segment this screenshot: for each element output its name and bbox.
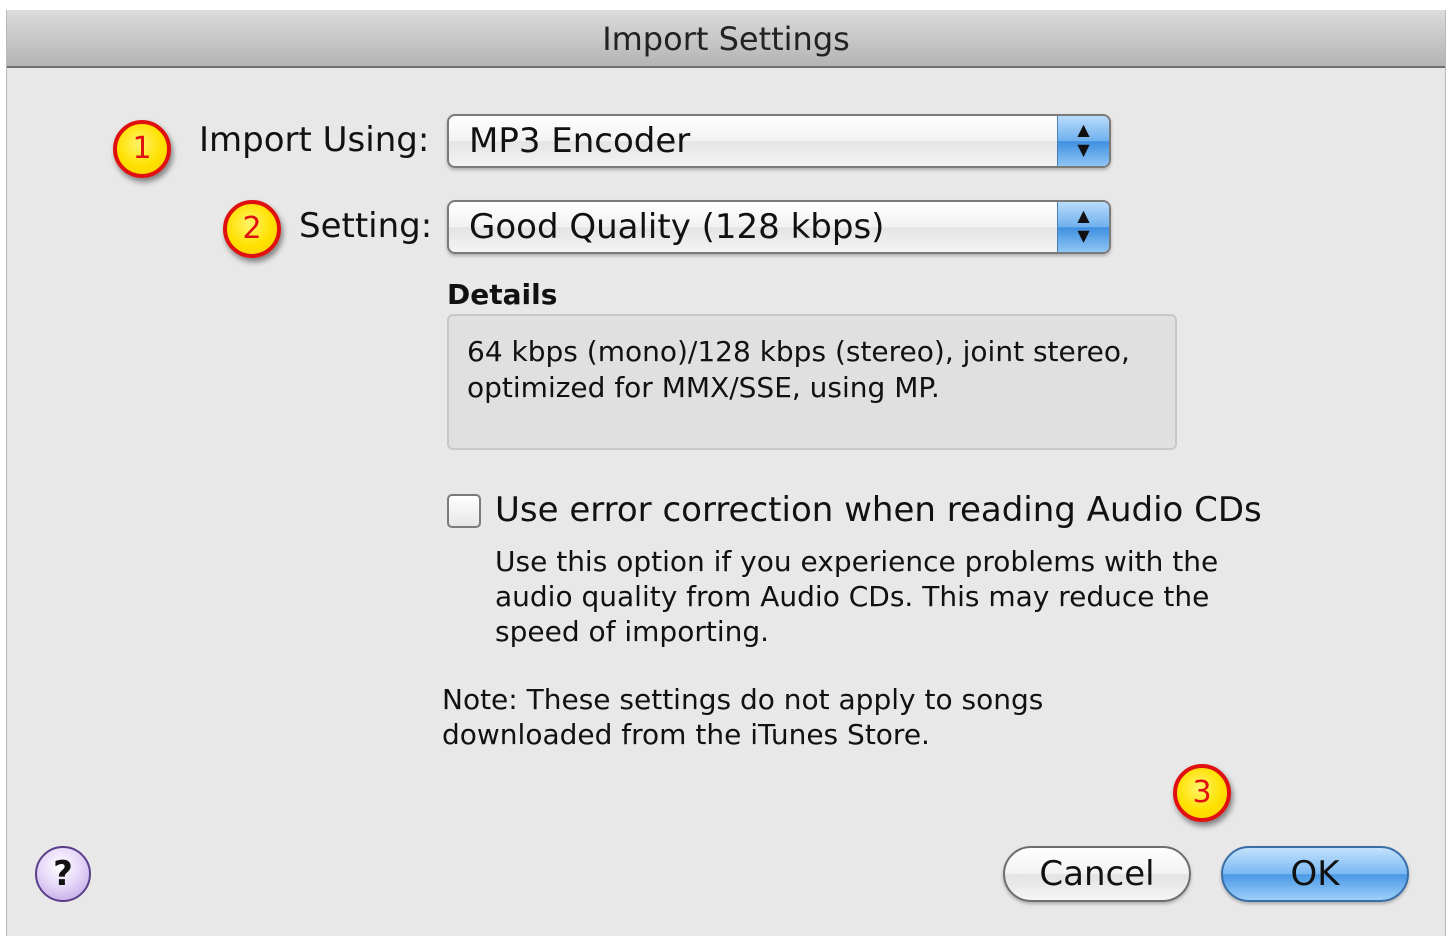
help-button[interactable]: ? — [35, 846, 91, 902]
window-title: Import Settings — [7, 10, 1445, 68]
setting-value: Good Quality (128 kbps) — [469, 207, 885, 247]
import-using-label: Import Using: — [199, 120, 430, 160]
import-using-value: MP3 Encoder — [469, 121, 691, 161]
annotation-marker-1: 1 — [113, 120, 171, 178]
import-settings-dialog: Import Settings 1 Import Using: MP3 Enco… — [6, 10, 1446, 936]
popup-arrows-icon: ▲ ▼ — [1057, 116, 1109, 166]
details-box: 64 kbps (mono)/128 kbps (stereo), joint … — [447, 314, 1177, 450]
arrow-down-icon: ▼ — [1077, 140, 1090, 159]
popup-arrows-icon: ▲ ▼ — [1057, 202, 1109, 252]
arrow-up-icon: ▲ — [1077, 120, 1090, 139]
annotation-marker-2: 2 — [223, 200, 281, 258]
ok-button[interactable]: OK — [1221, 846, 1409, 902]
arrow-down-icon: ▼ — [1077, 226, 1090, 245]
setting-label: Setting: — [299, 206, 433, 246]
annotation-marker-3: 3 — [1173, 764, 1231, 822]
setting-popup[interactable]: Good Quality (128 kbps) ▲ ▼ — [447, 200, 1111, 254]
arrow-up-icon: ▲ — [1077, 206, 1090, 225]
error-correction-help: Use this option if you experience proble… — [495, 545, 1219, 648]
import-using-popup[interactable]: MP3 Encoder ▲ ▼ — [447, 114, 1111, 168]
error-correction-checkbox[interactable] — [447, 494, 481, 528]
error-correction-label[interactable]: Use error correction when reading Audio … — [495, 490, 1262, 530]
cancel-button[interactable]: Cancel — [1003, 846, 1191, 902]
note-text: Note: These settings do not apply to son… — [442, 683, 1044, 751]
details-label: Details — [447, 278, 558, 311]
